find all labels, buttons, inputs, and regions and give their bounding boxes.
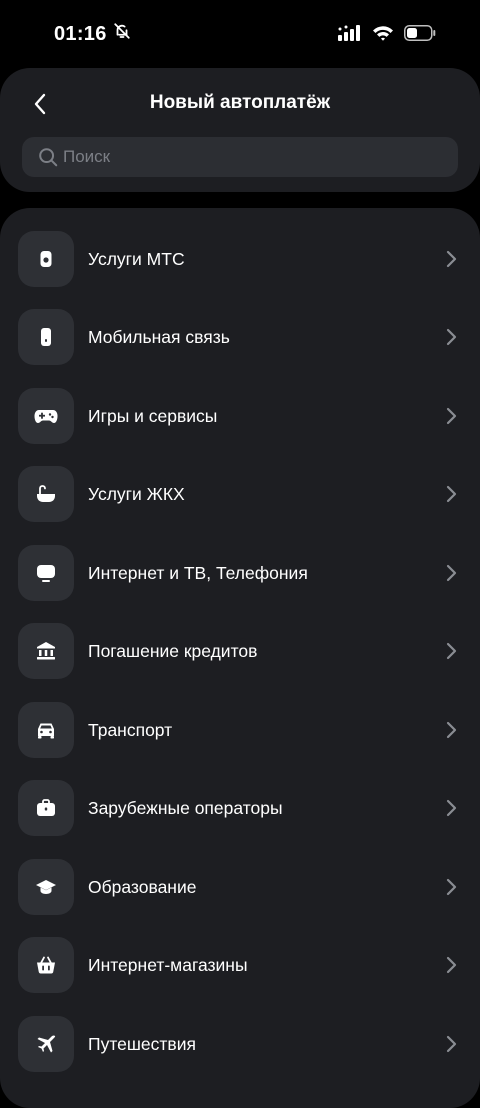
category-item-loans[interactable]: Погашение кредитов (0, 614, 480, 692)
category-item-travel[interactable]: Путешествия (0, 1007, 480, 1085)
item-icon-tile (18, 466, 74, 522)
chevron-right-icon (446, 956, 457, 974)
chevron-right-icon (446, 721, 457, 739)
item-icon-tile (18, 1016, 74, 1072)
gamepad-icon (34, 410, 58, 423)
category-item-foreign-operators[interactable]: Зарубежные операторы (0, 771, 480, 849)
chevron-right-icon (446, 485, 457, 503)
chevron-right-icon (446, 1035, 457, 1053)
category-item-internet-tv[interactable]: Интернет и ТВ, Телефония (0, 536, 480, 614)
chevron-right-icon (446, 407, 457, 425)
item-icon-tile (18, 937, 74, 993)
shopping-basket-icon (37, 956, 55, 974)
cellular-signal-icon (338, 25, 362, 46)
item-icon-tile (18, 309, 74, 365)
item-icon-tile (18, 702, 74, 758)
status-time: 01:16 (54, 22, 107, 45)
bathtub-icon (37, 485, 55, 502)
wifi-icon (372, 25, 394, 46)
category-item-transport[interactable]: Транспорт (0, 693, 480, 771)
item-label: Услуги ЖКХ (88, 484, 185, 504)
airplane-icon (37, 1035, 56, 1053)
search-icon (39, 148, 58, 167)
chevron-right-icon (446, 878, 457, 896)
item-icon-tile (18, 859, 74, 915)
item-icon-tile (18, 231, 74, 287)
chevron-right-icon (446, 799, 457, 817)
chevron-right-icon (446, 250, 457, 268)
item-label: Транспорт (88, 720, 173, 740)
chevron-right-icon (446, 328, 457, 346)
search-input[interactable] (63, 147, 458, 167)
chevron-right-icon (446, 642, 457, 660)
item-label: Мобильная связь (88, 327, 230, 347)
category-item-games[interactable]: Игры и сервисы (0, 379, 480, 457)
item-icon-tile (18, 780, 74, 836)
tv-icon (37, 565, 55, 582)
category-item-online-shops[interactable]: Интернет-магазины (0, 928, 480, 1006)
item-label: Зарубежные операторы (88, 798, 283, 818)
header: Новый автоплатёж (0, 68, 480, 192)
item-label: Путешествия (88, 1034, 196, 1054)
item-label: Образование (88, 877, 197, 897)
item-label: Интернет и ТВ, Телефония (88, 563, 308, 583)
graduation-cap-icon (36, 880, 56, 894)
item-label: Услуги МТС (88, 249, 185, 269)
category-item-utilities[interactable]: Услуги ЖКХ (0, 457, 480, 535)
item-icon-tile (18, 388, 74, 444)
car-icon (38, 723, 54, 739)
bank-icon (37, 642, 55, 660)
phone-icon (41, 328, 51, 346)
category-item-education[interactable]: Образование (0, 850, 480, 928)
briefcase-icon (37, 799, 55, 816)
bell-slash-icon (113, 22, 131, 46)
item-label: Интернет-магазины (88, 955, 248, 975)
mts-icon (40, 251, 52, 267)
battery-icon (404, 25, 436, 46)
category-list-card: Услуги МТС Мобильная связь Игры и сервис… (0, 208, 480, 1108)
status-bar: 01:16 (0, 0, 480, 70)
item-icon-tile (18, 623, 74, 679)
page-title: Новый автоплатёж (149, 92, 331, 113)
category-item-mobile[interactable]: Мобильная связь (0, 300, 480, 378)
search-bar[interactable] (22, 137, 458, 177)
item-icon-tile (18, 545, 74, 601)
chevron-right-icon (446, 564, 457, 582)
item-label: Погашение кредитов (88, 641, 258, 661)
category-item-mts-services[interactable]: Услуги МТС (0, 222, 480, 300)
item-label: Игры и сервисы (88, 406, 218, 426)
